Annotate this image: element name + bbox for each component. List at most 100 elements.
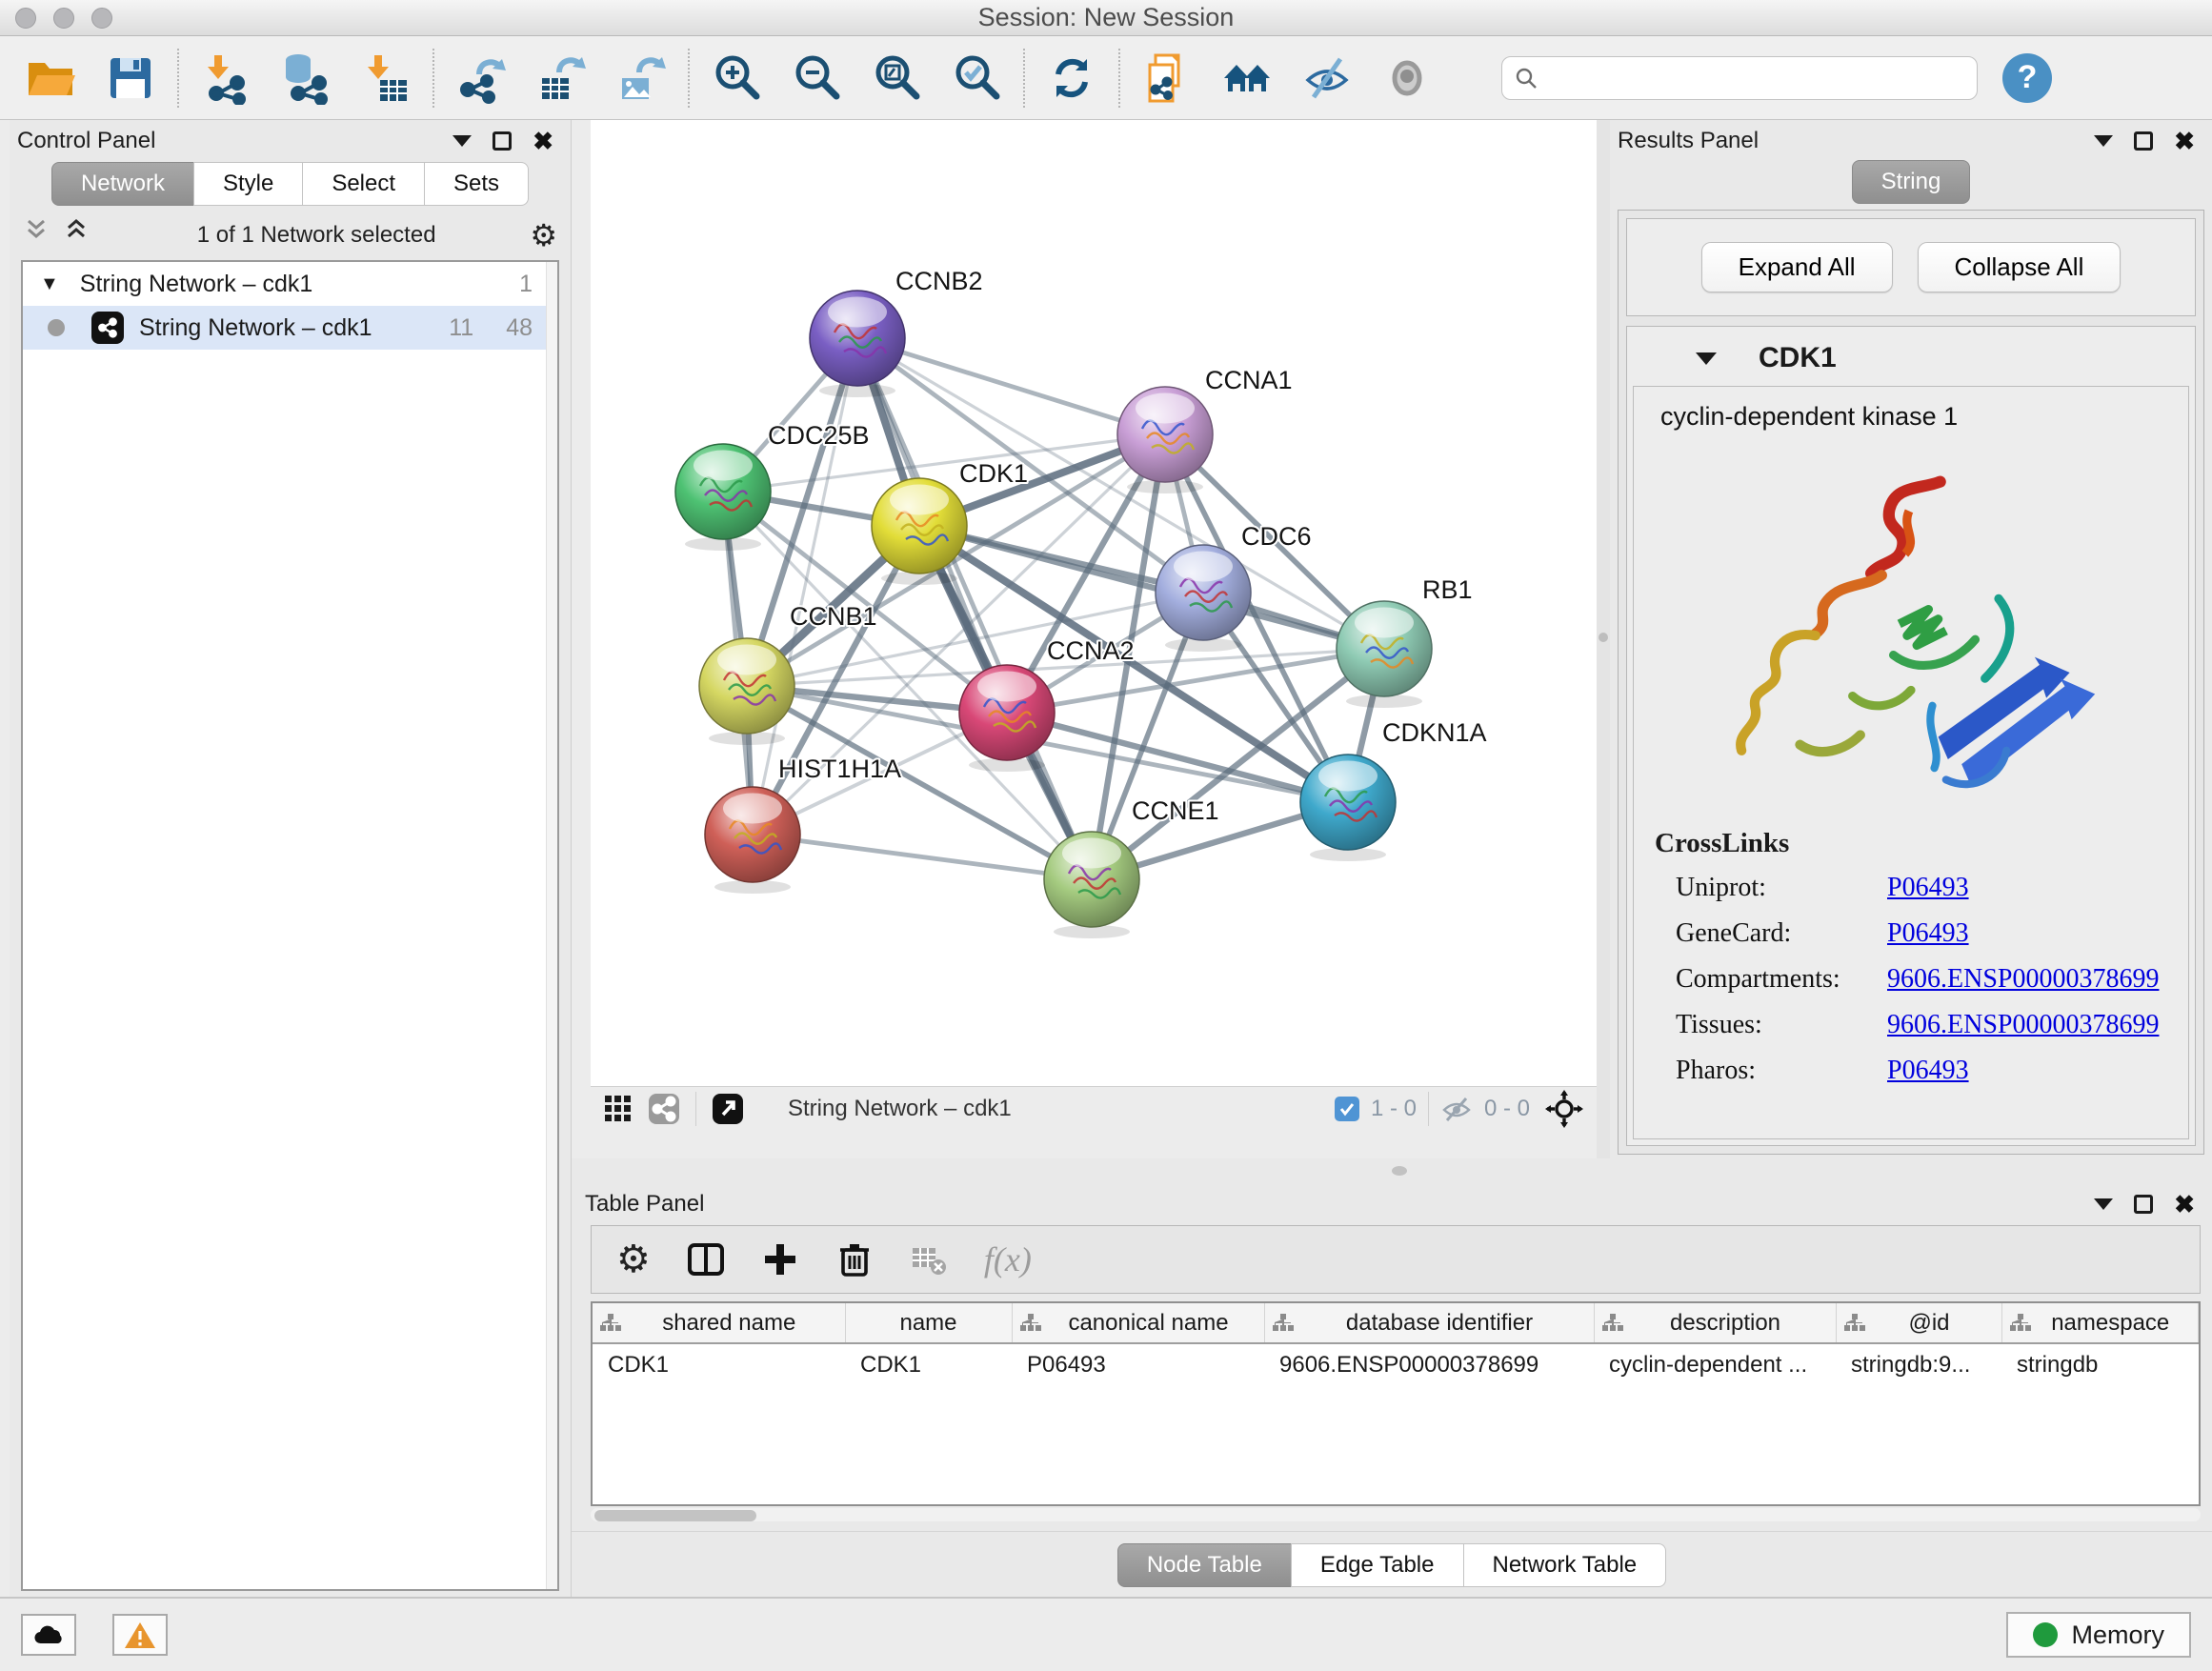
cloud-button[interactable] bbox=[21, 1614, 76, 1656]
column-header[interactable]: shared name bbox=[593, 1303, 845, 1343]
column-header[interactable]: namespace bbox=[2001, 1303, 2199, 1343]
collapse-all-button[interactable]: Collapse All bbox=[1918, 242, 2122, 292]
node-section-header[interactable]: CDK1 bbox=[1633, 332, 2189, 386]
table-row[interactable]: CDK1 CDK1 P06493 9606.ENSP00000378699 cy… bbox=[593, 1343, 2199, 1386]
cell-name[interactable]: CDK1 bbox=[845, 1343, 1012, 1386]
add-column-icon[interactable] bbox=[761, 1240, 799, 1278]
panel-float-icon[interactable] bbox=[493, 131, 512, 151]
refresh-icon[interactable] bbox=[1044, 50, 1099, 106]
uniprot-link[interactable]: P06493 bbox=[1887, 873, 1969, 903]
tree-scrollbar[interactable] bbox=[546, 262, 557, 1589]
show-columns-icon[interactable] bbox=[687, 1240, 725, 1278]
scrollbar-thumb[interactable] bbox=[594, 1510, 756, 1521]
search-input[interactable] bbox=[1546, 65, 1965, 91]
tab-sets[interactable]: Sets bbox=[424, 162, 529, 206]
splitter-handle[interactable] bbox=[1599, 633, 1608, 642]
panel-float-icon[interactable] bbox=[2134, 131, 2153, 151]
help-icon[interactable]: ? bbox=[2002, 53, 2052, 103]
column-header[interactable]: database identifier bbox=[1264, 1303, 1594, 1343]
birdseye-navigator-icon[interactable] bbox=[1545, 1090, 1583, 1128]
table-toolbar: ⚙ f(x) bbox=[591, 1225, 2201, 1294]
save-icon[interactable] bbox=[103, 50, 158, 106]
open-folder-icon[interactable] bbox=[23, 50, 78, 106]
panel-float-icon[interactable] bbox=[2134, 1195, 2153, 1214]
warning-icon bbox=[124, 1621, 156, 1649]
section-collapse-icon[interactable] bbox=[1696, 352, 1717, 365]
cell-shared-name[interactable]: CDK1 bbox=[593, 1343, 845, 1386]
column-header[interactable]: name bbox=[845, 1303, 1012, 1343]
network-from-selection-icon[interactable] bbox=[1139, 50, 1195, 106]
network-row[interactable]: String Network – cdk1 11 48 bbox=[23, 306, 557, 350]
zoom-selected-icon[interactable] bbox=[949, 50, 1004, 106]
tab-style[interactable]: Style bbox=[193, 162, 303, 206]
tab-network[interactable]: Network bbox=[51, 162, 194, 206]
network-edge-CDK1-RB1[interactable] bbox=[919, 526, 1384, 649]
import-network-database-icon[interactable] bbox=[278, 50, 333, 106]
cell-id[interactable]: stringdb:9... bbox=[1836, 1343, 2001, 1386]
panel-close-icon[interactable]: ✖ bbox=[533, 129, 553, 153]
tab-string[interactable]: String bbox=[1852, 160, 1971, 204]
table-options-gear-icon[interactable]: ⚙ bbox=[616, 1240, 651, 1278]
table-panel-splitter[interactable] bbox=[572, 1158, 2212, 1183]
delete-column-icon[interactable] bbox=[835, 1240, 874, 1278]
network-label: String Network – cdk1 bbox=[139, 314, 372, 342]
warning-button[interactable] bbox=[112, 1614, 168, 1656]
tab-node-table[interactable]: Node Table bbox=[1117, 1543, 1292, 1587]
network-options-gear-icon[interactable]: ⚙ bbox=[530, 220, 557, 251]
column-header[interactable]: description bbox=[1594, 1303, 1836, 1343]
cell-canonical-name[interactable]: P06493 bbox=[1012, 1343, 1264, 1386]
network-collection-row[interactable]: ▼ String Network – cdk1 1 bbox=[23, 262, 557, 306]
compartments-link[interactable]: 9606.ENSP00000378699 bbox=[1887, 964, 2159, 995]
column-header[interactable]: @id bbox=[1836, 1303, 2001, 1343]
panel-menu-icon[interactable] bbox=[2094, 1198, 2113, 1210]
collapse-all-icon[interactable] bbox=[23, 217, 50, 252]
table-hscrollbar[interactable] bbox=[591, 1508, 2201, 1521]
results-splitter[interactable] bbox=[1597, 120, 1610, 1158]
cell-description[interactable]: cyclin-dependent ... bbox=[1594, 1343, 1836, 1386]
grid-view-icon[interactable] bbox=[604, 1095, 633, 1123]
tissues-link[interactable]: 9606.ENSP00000378699 bbox=[1887, 1010, 2159, 1040]
panel-menu-icon[interactable] bbox=[452, 135, 472, 147]
memory-button[interactable]: Memory bbox=[2006, 1612, 2191, 1658]
zoom-fit-icon[interactable] bbox=[869, 50, 924, 106]
expand-all-icon[interactable] bbox=[63, 217, 90, 252]
zoom-in-icon[interactable] bbox=[709, 50, 764, 106]
hide-eye-icon[interactable] bbox=[1299, 50, 1355, 106]
panel-close-icon[interactable]: ✖ bbox=[2174, 129, 2195, 153]
export-table-icon[interactable] bbox=[533, 50, 589, 106]
import-network-icon[interactable] bbox=[198, 50, 253, 106]
houses-icon[interactable] bbox=[1219, 50, 1275, 106]
tab-edge-table[interactable]: Edge Table bbox=[1291, 1543, 1464, 1587]
expand-all-button[interactable]: Expand All bbox=[1701, 242, 1893, 292]
crosslink-label: GeneCard: bbox=[1676, 918, 1887, 949]
node-label-HIST1H1A: HIST1H1A bbox=[778, 755, 901, 783]
panel-close-icon[interactable]: ✖ bbox=[2174, 1192, 2195, 1217]
node-table[interactable]: shared name name canonical name database… bbox=[591, 1301, 2201, 1506]
detach-view-icon[interactable] bbox=[712, 1093, 744, 1125]
splitter-handle[interactable] bbox=[1392, 1166, 1407, 1176]
node-label-CDK1: CDK1 bbox=[959, 459, 1028, 488]
pharos-link[interactable]: P06493 bbox=[1887, 1056, 1969, 1086]
tab-network-table[interactable]: Network Table bbox=[1463, 1543, 1667, 1587]
network-view-title: String Network – cdk1 bbox=[788, 1096, 1319, 1122]
toolbar-search[interactable] bbox=[1501, 56, 1978, 100]
cell-database-identifier[interactable]: 9606.ENSP00000378699 bbox=[1264, 1343, 1594, 1386]
gray-eye-icon[interactable] bbox=[1379, 50, 1435, 106]
tab-select[interactable]: Select bbox=[302, 162, 425, 206]
network-edge-HIST1H1A-CCNE1[interactable] bbox=[753, 835, 1092, 879]
collapse-triangle-icon[interactable]: ▼ bbox=[40, 273, 59, 295]
export-image-icon[interactable] bbox=[613, 50, 669, 106]
panel-menu-icon[interactable] bbox=[2094, 135, 2113, 147]
export-network-icon[interactable] bbox=[453, 50, 509, 106]
column-header[interactable]: canonical name bbox=[1012, 1303, 1264, 1343]
network-canvas[interactable]: CCNB2CCNA1CDC25BCDK1CDC6RB1CCNB1CCNA2CDK… bbox=[591, 120, 1597, 1086]
selected-checkbox-icon[interactable] bbox=[1335, 1097, 1359, 1121]
network-edge-CCNB2-CCNE1[interactable] bbox=[857, 338, 1092, 879]
hidden-eye-icon[interactable] bbox=[1440, 1095, 1473, 1123]
network-edge-CCNB2-CCNA1[interactable] bbox=[857, 338, 1165, 434]
network-view-mode-icon[interactable] bbox=[648, 1093, 680, 1125]
genecard-link[interactable]: P06493 bbox=[1887, 918, 1969, 949]
cell-namespace[interactable]: stringdb bbox=[2001, 1343, 2199, 1386]
zoom-out-icon[interactable] bbox=[789, 50, 844, 106]
import-table-icon[interactable] bbox=[358, 50, 413, 106]
